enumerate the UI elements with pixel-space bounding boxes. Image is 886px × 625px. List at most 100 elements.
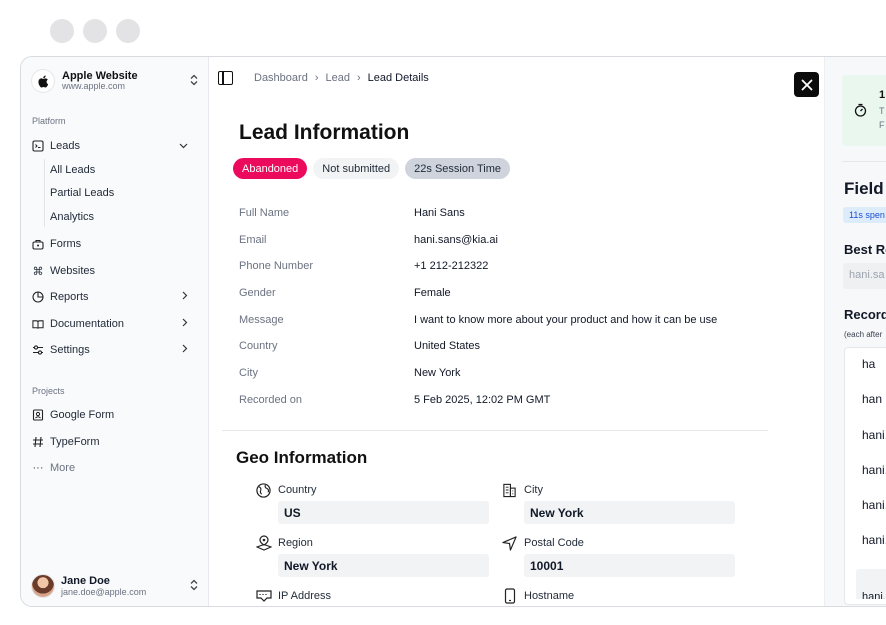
geo-field-country: Country US bbox=[255, 481, 491, 524]
geo-label: Region bbox=[278, 537, 313, 549]
list-item: hani. bbox=[862, 498, 886, 513]
detail-row: City New York bbox=[239, 367, 717, 394]
breadcrumb-lead[interactable]: Lead bbox=[326, 72, 350, 84]
detail-label: Message bbox=[239, 313, 284, 326]
navigation-icon bbox=[501, 535, 518, 552]
chevron-right-icon bbox=[182, 291, 188, 303]
geo-label: Country bbox=[278, 484, 317, 496]
project-label: More bbox=[50, 462, 76, 474]
project-more[interactable]: ··· More bbox=[32, 458, 198, 478]
best-record-label: Best Re bbox=[844, 242, 886, 257]
book-icon bbox=[32, 318, 44, 330]
geo-value: New York bbox=[278, 554, 489, 577]
sidebar-item-settings[interactable]: Settings bbox=[32, 340, 198, 360]
tablet-icon bbox=[501, 588, 518, 605]
main-content: Dashboard › Lead › Lead Details Lead Inf… bbox=[210, 57, 824, 606]
close-icon bbox=[801, 79, 812, 90]
detail-value: hani.sans@kia.ai bbox=[414, 233, 498, 246]
breadcrumb: Dashboard › Lead › Lead Details bbox=[218, 71, 429, 85]
sidebar-item-label: Documentation bbox=[50, 318, 124, 330]
window-dot-close[interactable] bbox=[50, 19, 74, 43]
detail-value: I want to know more about your product a… bbox=[414, 313, 718, 326]
stat-sublabel: F bbox=[879, 120, 885, 130]
breadcrumb-dashboard[interactable]: Dashboard bbox=[254, 72, 308, 84]
chevron-down-icon bbox=[179, 140, 188, 152]
submenu-guide-line bbox=[44, 159, 45, 227]
list-item: ha bbox=[862, 357, 876, 371]
detail-value: New York bbox=[414, 367, 461, 380]
detail-row: Message I want to know more about your pr… bbox=[239, 314, 717, 341]
apple-logo-icon bbox=[31, 69, 55, 93]
session-stat-card: 1 T F bbox=[842, 75, 886, 146]
project-typeform[interactable]: TypeForm bbox=[32, 432, 198, 452]
workspace-url: www.apple.com bbox=[62, 81, 126, 92]
sidebar-item-websites[interactable]: ⌘ Websites bbox=[32, 261, 198, 281]
detail-row: Phone Number +1 212-212322 bbox=[239, 260, 717, 287]
geo-label: IP Address bbox=[278, 590, 331, 602]
detail-label: Recorded on bbox=[239, 393, 302, 406]
stopwatch-icon bbox=[854, 103, 867, 122]
geo-field-postal-code: Postal Code 10001 bbox=[501, 534, 737, 577]
sidebar-item-label: Leads bbox=[50, 140, 80, 152]
geo-field-hostname: Hostname bbox=[501, 587, 737, 605]
detail-value: 5 Feb 2025, 12:02 PM GMT bbox=[414, 393, 551, 406]
projects-section-label: Projects bbox=[32, 386, 65, 396]
chevrons-up-down-icon bbox=[189, 74, 199, 87]
sidebar-item-documentation[interactable]: Documentation bbox=[32, 314, 198, 334]
project-label: TypeForm bbox=[50, 436, 100, 448]
breadcrumb-current: Lead Details bbox=[367, 72, 429, 84]
detail-label: Full Name bbox=[239, 207, 290, 219]
project-google-form[interactable]: Google Form bbox=[32, 405, 198, 425]
globe-icon bbox=[255, 482, 272, 499]
detail-label: Gender bbox=[239, 287, 276, 300]
window-controls bbox=[50, 19, 140, 43]
geo-value: US bbox=[278, 501, 489, 524]
detail-row: Country United States bbox=[239, 340, 717, 367]
window-dot-maximize[interactable] bbox=[116, 19, 140, 43]
sidebar-subitem-all-leads[interactable]: All Leads bbox=[50, 164, 95, 176]
user-menu[interactable]: Jane Doe jane.doe@apple.com bbox=[31, 572, 199, 600]
chevron-right-icon bbox=[182, 344, 188, 356]
command-icon: ⌘ bbox=[32, 265, 44, 278]
close-button[interactable] bbox=[794, 72, 819, 97]
detail-label: City bbox=[239, 367, 258, 380]
sidebar-subitem-analytics[interactable]: Analytics bbox=[50, 211, 94, 223]
list-item: hani. bbox=[862, 427, 886, 442]
geo-label: Postal Code bbox=[524, 537, 584, 549]
sliders-icon bbox=[32, 344, 44, 356]
detail-row: Full Name Hani Sans bbox=[239, 207, 717, 234]
stat-value: 1 bbox=[879, 89, 886, 101]
leads-icon bbox=[32, 140, 44, 152]
detail-row: Recorded on 5 Feb 2025, 12:02 PM GMT bbox=[239, 394, 717, 421]
breadcrumb-separator-icon: › bbox=[314, 72, 319, 84]
detail-row: Gender Female bbox=[239, 287, 717, 314]
sidebar-toggle-icon[interactable] bbox=[218, 71, 233, 85]
contact-icon bbox=[32, 409, 44, 421]
status-badges: Abandoned Not submitted 22s Session Time bbox=[233, 158, 510, 179]
list-item: hani. bbox=[862, 462, 886, 477]
stat-label: T bbox=[879, 106, 885, 116]
status-badge-session-time: 22s Session Time bbox=[405, 158, 510, 179]
geo-label: Hostname bbox=[524, 590, 575, 602]
workspace-switcher[interactable]: Apple Website www.apple.com bbox=[31, 67, 199, 95]
user-name: Jane Doe bbox=[61, 574, 110, 587]
detail-label: Phone Number bbox=[239, 260, 313, 273]
status-badge-abandoned: Abandoned bbox=[233, 158, 308, 179]
detail-label: Email bbox=[239, 233, 267, 246]
field-activity-panel: 1 T F Field 11s spen Best Re hani.sa Rec… bbox=[824, 57, 886, 606]
geo-field-region: Region New York bbox=[255, 534, 491, 577]
avatar bbox=[31, 574, 55, 598]
sidebar-item-label: Forms bbox=[50, 238, 82, 250]
records-list[interactable]: ha han hani. hani. hani. hani. hani. bbox=[844, 347, 886, 605]
sidebar-subitem-partial-leads[interactable]: Partial Leads bbox=[50, 187, 114, 199]
sidebar-item-forms[interactable]: Forms bbox=[32, 234, 198, 254]
geo-value: 10001 bbox=[524, 554, 735, 577]
sidebar-item-label: Websites bbox=[50, 265, 96, 277]
sidebar-item-reports[interactable]: Reports bbox=[32, 287, 198, 307]
window-dot-minimize[interactable] bbox=[83, 19, 107, 43]
section-divider bbox=[222, 430, 768, 431]
detail-value: Hani Sans bbox=[414, 207, 465, 219]
geo-section-title: Geo Information bbox=[236, 448, 368, 467]
forms-icon bbox=[32, 238, 44, 250]
sidebar-item-leads[interactable]: Leads bbox=[32, 136, 198, 156]
